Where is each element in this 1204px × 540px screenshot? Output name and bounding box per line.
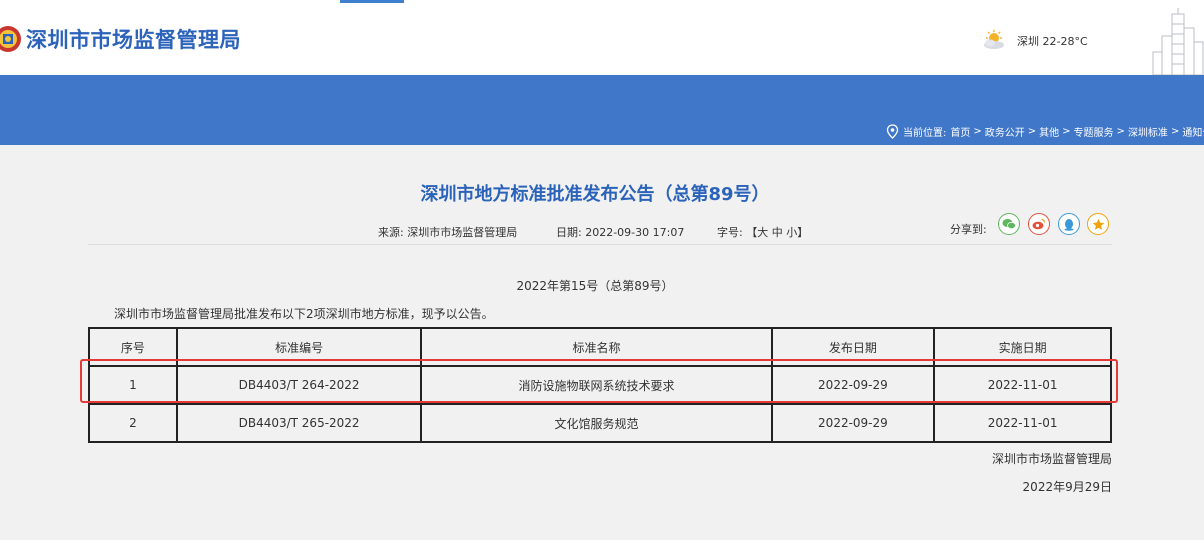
issue-number: 2022年第15号（总第89号） [516,279,674,293]
breadcrumb-item-special-service[interactable]: 专题服务 [1074,124,1114,139]
intro-text: 深圳市市场监督管理局批准发布以下2项深圳市地方标准，现予以公告。 [114,307,494,321]
article-date: 日期: 2022-09-30 17:07 [556,226,685,239]
table-cell: DB4403/T 265-2022 [175,403,423,443]
share-weibo-button[interactable] [1028,213,1050,235]
top-accent-bar [340,0,404,3]
breadcrumb-item-shenzhen-standard[interactable]: 深圳标准 [1128,124,1168,139]
weather-sun-cloud-icon [984,30,1004,49]
qq-icon [1064,218,1074,231]
breadcrumb-item-other[interactable]: 其他 [1039,124,1059,139]
weibo-icon [1032,218,1046,230]
row-highlight-box [80,359,1118,403]
wechat-icon [1002,219,1016,230]
table-cell: 2022-11-01 [933,403,1112,443]
building-illustration [1152,8,1204,75]
share-label: 分享到: [950,223,987,236]
breadcrumb-separator: > [1170,125,1180,137]
breadcrumb-item-notice[interactable]: 通知公告 [1182,124,1204,139]
share-qq-button[interactable] [1058,213,1080,235]
font-size-selector[interactable]: 字号: 【大 中 小】 [717,224,808,240]
breadcrumb-item-gov-affairs[interactable]: 政务公开 [985,124,1025,139]
article-title: 深圳市地方标准批准发布公告（总第89号） [420,184,770,205]
location-pin-icon [886,123,899,139]
breadcrumb-home[interactable]: 首页 [950,124,970,139]
table-cell: 文化馆服务规范 [420,403,773,443]
signature-organization: 深圳市市场监督管理局 [991,452,1112,466]
breadcrumb-separator: > [973,125,982,137]
site-title[interactable]: 深圳市市场监督管理局 [26,24,241,54]
meta-divider [88,244,1112,245]
signature-date: 2022年9月29日 [1022,480,1112,494]
site-header: 深圳市市场监督管理局 深圳 22-28°C [0,0,1204,75]
breadcrumb: 当前位置: 首页 > 政务公开 > 其他 > 专题服务 > 深圳标准 > 通知公… [886,122,1204,140]
breadcrumb-separator: > [1062,125,1071,137]
weather-text: 深圳 22-28°C [1017,35,1088,48]
emblem-logo[interactable] [0,25,22,53]
article-source: 来源: 深圳市市场监督管理局 [378,226,518,239]
breadcrumb-label: 当前位置: [903,127,947,139]
table-cell: 2022-09-29 [770,403,936,443]
table-row: 2 DB4403/T 265-2022 文化馆服务规范 2022-09-29 2… [88,403,1112,443]
favorite-star-icon [1092,218,1104,230]
breadcrumb-separator: > [1027,125,1037,137]
table-cell: 2 [88,403,178,443]
share-favorite-button[interactable] [1087,213,1109,235]
breadcrumb-separator: > [1116,125,1125,137]
share-wechat-button[interactable] [998,213,1020,235]
